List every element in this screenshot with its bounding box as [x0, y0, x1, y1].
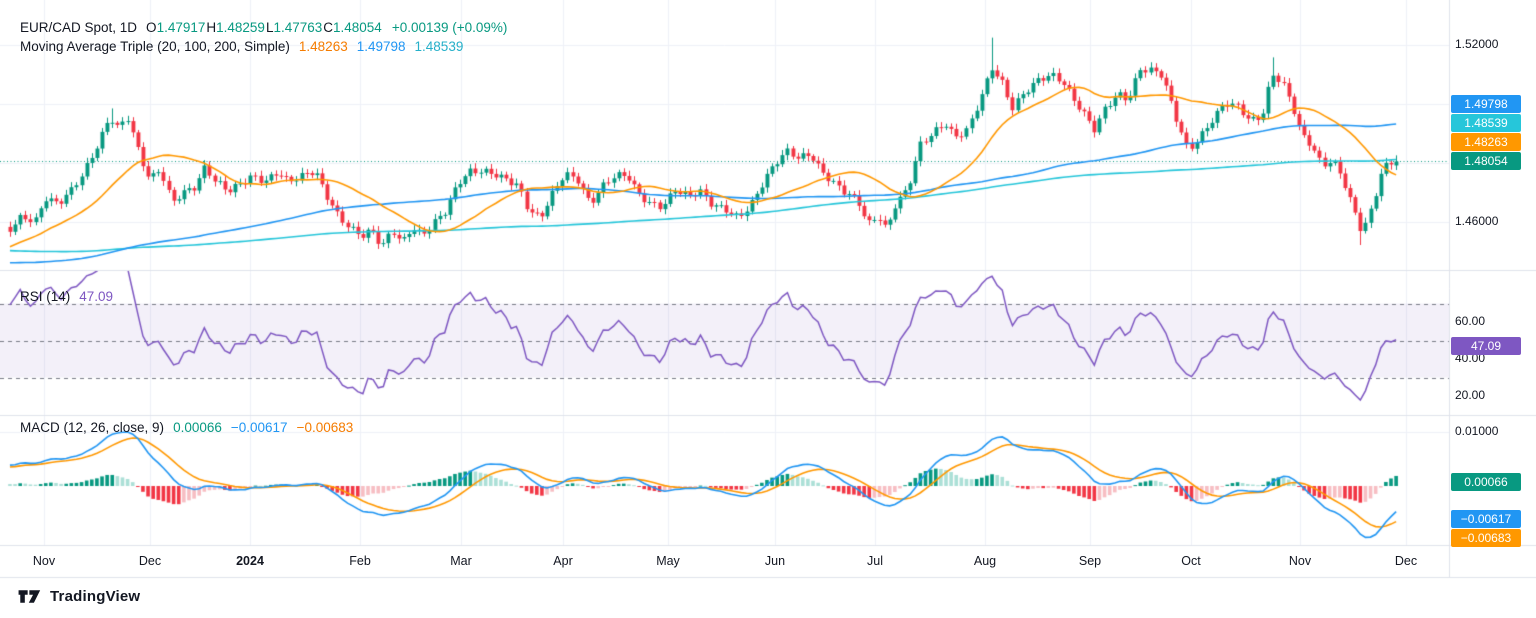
- macd-histogram-badge: 0.00066: [1451, 473, 1521, 492]
- ohlc-pair: C1.48054: [323, 20, 382, 35]
- time-label: Apr: [553, 554, 573, 568]
- macd-line-value: −0.00617: [230, 420, 288, 435]
- time-label: Jun: [764, 554, 786, 568]
- ma200-value: 1.48539: [414, 39, 464, 54]
- ohlc-pair: L1.47763: [265, 20, 323, 35]
- time-label: Jul: [867, 554, 883, 568]
- brand-text: TradingView: [50, 588, 141, 605]
- last-price-badge: 1.48054: [1451, 152, 1521, 171]
- time-label: Oct: [1181, 554, 1201, 568]
- symbol-legend[interactable]: EUR/CAD Spot, 1D O1.47917H1.48259L1.4776…: [20, 20, 507, 35]
- ma-title: Moving Average Triple (20, 100, 200, Sim…: [20, 39, 290, 54]
- ma-legend[interactable]: Moving Average Triple (20, 100, 200, Sim…: [20, 39, 463, 54]
- tradingview-logo-icon: [18, 590, 41, 603]
- time-label: Nov: [32, 554, 56, 568]
- macd-signal-value: −0.00683: [296, 420, 354, 435]
- rsi-value-badge: 47.09: [1451, 336, 1521, 355]
- ma20-price-badge: 1.48263: [1451, 133, 1521, 152]
- rsi-title: RSI (14): [20, 289, 71, 304]
- rsi-legend[interactable]: RSI (14) 47.09: [20, 289, 113, 304]
- rsi-axis-label: 20.00: [1455, 388, 1486, 402]
- time-label: Dec: [138, 554, 162, 568]
- rsi-value: 47.09: [79, 289, 114, 304]
- time-label: Sep: [1078, 554, 1102, 568]
- time-label: Nov: [1288, 554, 1312, 568]
- time-label: Aug: [973, 554, 997, 568]
- time-label: Feb: [349, 554, 371, 568]
- time-label: Mar: [450, 554, 472, 568]
- ma200-price-badge: 1.48539: [1451, 114, 1521, 133]
- macd-histogram-value: 0.00066: [173, 420, 222, 435]
- ma100-price-badge: 1.49798: [1451, 95, 1521, 114]
- time-axis[interactable]: Nov Dec 2024 Feb Mar Apr May Jun Jul Aug Sep Oct Nov…: [0, 0, 1536, 618]
- macd-signal-badge: −0.00683: [1451, 529, 1521, 548]
- macd-line-badge: −0.00617: [1451, 510, 1521, 529]
- time-label: 2024: [236, 554, 264, 568]
- macd-axis-label: 0.01000: [1455, 424, 1499, 438]
- price-axis-label: 1.52000: [1455, 37, 1499, 51]
- ma20-value: 1.48263: [298, 39, 348, 54]
- macd-legend[interactable]: MACD (12, 26, close, 9) 0.00066 −0.00617…: [20, 420, 353, 435]
- ohlc-values: O1.47917H1.48259L1.47763C1.48054: [146, 20, 383, 35]
- ma100-value: 1.49798: [356, 39, 406, 54]
- time-label: May: [656, 554, 680, 568]
- tradingview-logo[interactable]: TradingView: [18, 588, 140, 605]
- rsi-axis-label: 60.00: [1455, 314, 1486, 328]
- time-label: Dec: [1394, 554, 1418, 568]
- ohlc-pair: O1.47917: [146, 20, 206, 35]
- macd-title: MACD (12, 26, close, 9): [20, 420, 165, 435]
- ohlc-pair: H1.48259: [206, 20, 265, 35]
- price-axis-label: 1.46000: [1455, 214, 1499, 228]
- change-value: +0.00139 (+0.09%): [391, 20, 508, 35]
- symbol-title: EUR/CAD Spot, 1D: [20, 20, 138, 35]
